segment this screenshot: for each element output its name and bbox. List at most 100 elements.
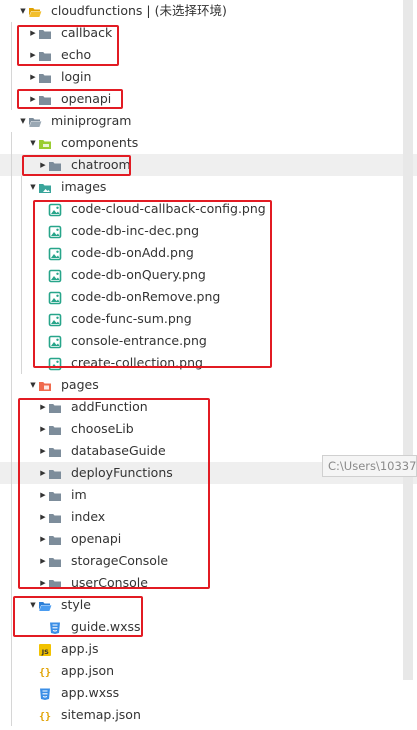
tree-item-label: index <box>71 509 106 524</box>
tree-item[interactable]: ▶ login <box>0 66 417 88</box>
tree-item-label: echo <box>61 47 92 62</box>
tree-item-label: callback <box>61 25 113 40</box>
tree-item-label: openapi <box>71 531 122 546</box>
path-tooltip: C:\Users\10337 <box>322 455 417 477</box>
tree-item-label: openapi <box>61 91 112 106</box>
tree-item-label: components <box>61 135 139 150</box>
tree-item[interactable]: ▼ style <box>0 594 417 616</box>
chevron-right-icon[interactable]: ▶ <box>39 528 47 550</box>
folder-icon <box>38 92 52 106</box>
folder-icon <box>48 488 62 502</box>
tree-item[interactable]: ▶ storageConsole <box>0 550 417 572</box>
tree-item[interactable]: ▶ index <box>0 506 417 528</box>
tree-item-label: guide.wxss <box>71 619 141 634</box>
tree-item[interactable]: ▶ addFunction <box>0 396 417 418</box>
tree-item[interactable]: ▶ chatroom <box>0 154 417 176</box>
svg-text:{}: {} <box>39 712 51 723</box>
folder-icon <box>48 400 62 414</box>
chevron-right-icon[interactable]: ▶ <box>29 22 37 44</box>
tree-item[interactable]: create-collection.png <box>0 352 417 374</box>
chevron-down-icon[interactable]: ▼ <box>29 374 37 396</box>
tree-item-label: sitemap.json <box>61 707 141 722</box>
chevron-down-icon[interactable]: ▼ <box>29 594 37 616</box>
chevron-right-icon[interactable]: ▶ <box>39 572 47 594</box>
chevron-down-icon[interactable]: ▼ <box>19 0 27 22</box>
images-folder-icon <box>38 180 52 194</box>
tree-item[interactable]: ▶ echo <box>0 44 417 66</box>
tree-item[interactable]: ▼ cloudfunctions | (未选择环境) <box>0 0 417 22</box>
folder-open-icon <box>28 114 42 128</box>
folder-icon <box>38 26 52 40</box>
chevron-right-icon[interactable]: ▶ <box>29 44 37 66</box>
folder-icon <box>48 554 62 568</box>
tree-item[interactable]: code-cloud-callback-config.png <box>0 198 417 220</box>
tree-item[interactable]: ▶ im <box>0 484 417 506</box>
chevron-right-icon[interactable]: ▶ <box>39 506 47 528</box>
tree-item[interactable]: {} sitemap.json <box>0 704 417 726</box>
tree-item[interactable]: ▼ miniprogram <box>0 110 417 132</box>
chevron-right-icon[interactable]: ▶ <box>39 484 47 506</box>
vertical-scrollbar[interactable] <box>403 0 413 680</box>
tree-item[interactable]: code-db-onQuery.png <box>0 264 417 286</box>
chevron-right-icon[interactable]: ▶ <box>39 462 47 484</box>
tree-item[interactable]: guide.wxss <box>0 616 417 638</box>
tree-item-label: code-db-inc-dec.png <box>71 223 200 238</box>
folder-icon <box>48 576 62 590</box>
tree-item[interactable]: ▶ userConsole <box>0 572 417 594</box>
tree-item-label: pages <box>61 377 99 392</box>
tree-item-label: storageConsole <box>71 553 169 568</box>
folder-icon <box>48 444 62 458</box>
chevron-down-icon[interactable]: ▼ <box>29 132 37 154</box>
chevron-down-icon[interactable]: ▼ <box>29 176 37 198</box>
indent-guide-cloudfunctions <box>11 22 12 110</box>
components-folder-icon <box>38 136 52 150</box>
chevron-right-icon[interactable]: ▶ <box>39 154 47 176</box>
chevron-right-icon[interactable]: ▶ <box>29 66 37 88</box>
tree-item-label: style <box>61 597 91 612</box>
tree-item-label: app.wxss <box>61 685 120 700</box>
image-file-icon <box>48 312 62 327</box>
tree-item[interactable]: code-db-onAdd.png <box>0 242 417 264</box>
tree-item[interactable]: code-func-sum.png <box>0 308 417 330</box>
json-file-icon: {} <box>38 708 52 723</box>
tree-item[interactable]: console-entrance.png <box>0 330 417 352</box>
svg-text:JS: JS <box>41 648 49 656</box>
folder-icon <box>48 466 62 480</box>
tree-item[interactable]: ▼ components <box>0 132 417 154</box>
tree-item-label: images <box>61 179 107 194</box>
tree-item[interactable]: code-db-inc-dec.png <box>0 220 417 242</box>
indent-guide-images <box>21 176 22 374</box>
wxss-file-icon <box>48 620 62 634</box>
tree-item[interactable]: ▶ openapi <box>0 88 417 110</box>
tree-item[interactable]: ▶ chooseLib <box>0 418 417 440</box>
tree-item[interactable]: ▼ images <box>0 176 417 198</box>
tree-item[interactable]: {} app.json <box>0 660 417 682</box>
indent-guide-miniprogram <box>11 132 12 726</box>
tree-item[interactable]: app.wxss <box>0 682 417 704</box>
style-folder-icon <box>38 598 52 612</box>
chevron-down-icon[interactable]: ▼ <box>19 110 27 132</box>
chevron-right-icon[interactable]: ▶ <box>39 440 47 462</box>
image-file-icon <box>48 356 62 371</box>
tree-item[interactable]: ▶ openapi <box>0 528 417 550</box>
tree-item-label: chatroom <box>71 157 131 172</box>
wxss-file-icon <box>38 686 52 700</box>
tree-item[interactable]: code-db-onRemove.png <box>0 286 417 308</box>
tree-item[interactable]: ▶ callback <box>0 22 417 44</box>
chevron-right-icon[interactable]: ▶ <box>39 418 47 440</box>
chevron-right-icon[interactable]: ▶ <box>39 396 47 418</box>
tree-item-label: login <box>61 69 92 84</box>
folder-icon <box>48 532 62 546</box>
image-file-icon <box>48 290 62 305</box>
cloud-folder-icon <box>28 4 42 18</box>
chevron-right-icon[interactable]: ▶ <box>29 88 37 110</box>
tree-item-label: cloudfunctions | (未选择环境) <box>51 3 227 18</box>
tree-item-label: app.json <box>61 663 115 678</box>
tree-item-label: chooseLib <box>71 421 134 436</box>
image-file-icon <box>48 246 62 261</box>
tree-item-label: addFunction <box>71 399 148 414</box>
chevron-right-icon[interactable]: ▶ <box>39 550 47 572</box>
tree-item[interactable]: JS app.js <box>0 638 417 660</box>
tree-item[interactable]: ▼ pages <box>0 374 417 396</box>
tree-item-label: code-db-onQuery.png <box>71 267 206 282</box>
